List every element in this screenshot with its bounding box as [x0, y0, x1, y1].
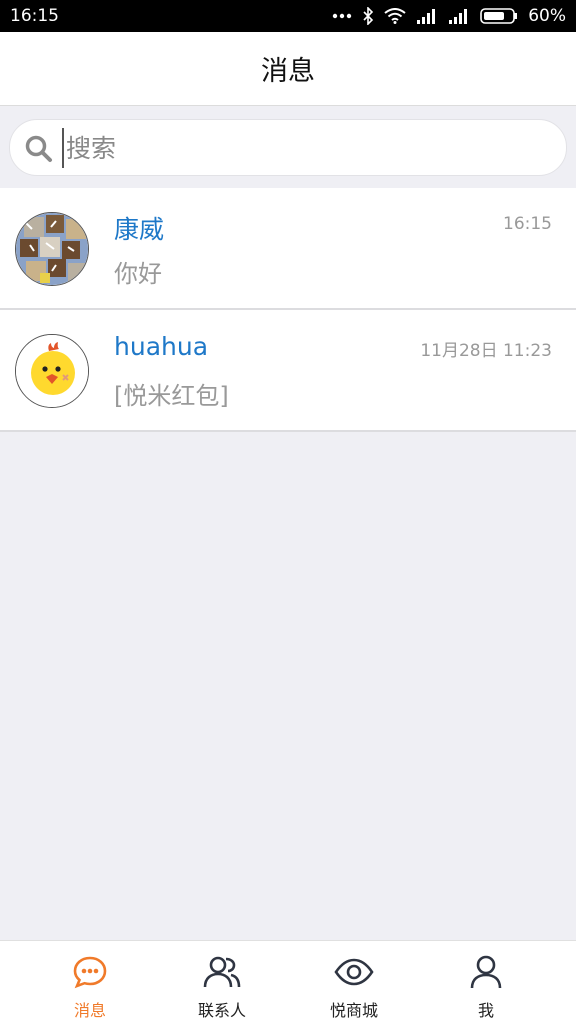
conversation-item[interactable]: huahua 11月28日 11:23 [悦米红包]: [0, 310, 576, 432]
search-box[interactable]: [9, 119, 567, 176]
bottom-nav: 消息 联系人 悦商城 我: [0, 940, 576, 1024]
message-time: 16:15: [503, 214, 552, 234]
tab-label: 悦商城: [329, 1001, 378, 1020]
avatar[interactable]: [15, 212, 89, 286]
message-time: 11月28日 11:23: [420, 341, 552, 361]
message-preview: [悦米红包]: [114, 382, 229, 410]
tab-contacts[interactable]: 联系人: [156, 941, 288, 1024]
status-time: 16:15: [10, 6, 59, 26]
search-area: [0, 106, 576, 188]
contact-name: huahua: [114, 332, 209, 361]
signal-icon: [416, 8, 438, 24]
header: 消息: [0, 32, 576, 106]
contact-name: 康威: [114, 215, 165, 244]
conversation-list: 康威 16:15 你好 huahua 11月28日 11:23 [悦米红包]: [0, 188, 576, 432]
tab-label: 联系人: [197, 1001, 246, 1020]
page-title: 消息: [261, 56, 315, 87]
status-bar: 16:15 60%: [0, 0, 576, 32]
message-preview: 你好: [114, 260, 162, 288]
tab-label: 我: [477, 1001, 494, 1020]
search-icon: [24, 134, 54, 168]
battery-icon: [480, 8, 518, 24]
tab-me[interactable]: 我: [420, 941, 552, 1024]
avatar[interactable]: [15, 334, 89, 408]
more-dots-icon: [332, 12, 352, 20]
signal-icon: [448, 8, 470, 24]
tab-mall[interactable]: 悦商城: [288, 941, 420, 1024]
eye-icon: [334, 954, 374, 994]
search-input[interactable]: [62, 128, 542, 168]
tab-label: 消息: [73, 1001, 106, 1020]
person-icon: [469, 954, 503, 994]
chat-bubble-icon: [72, 954, 108, 994]
contacts-icon: [203, 954, 241, 994]
conversation-item[interactable]: 康威 16:15 你好: [0, 188, 576, 310]
tab-messages[interactable]: 消息: [24, 941, 156, 1024]
battery-percent: 60%: [528, 6, 566, 26]
bluetooth-icon: [362, 7, 374, 25]
wifi-icon: [384, 8, 406, 24]
status-icons: 60%: [332, 6, 566, 26]
